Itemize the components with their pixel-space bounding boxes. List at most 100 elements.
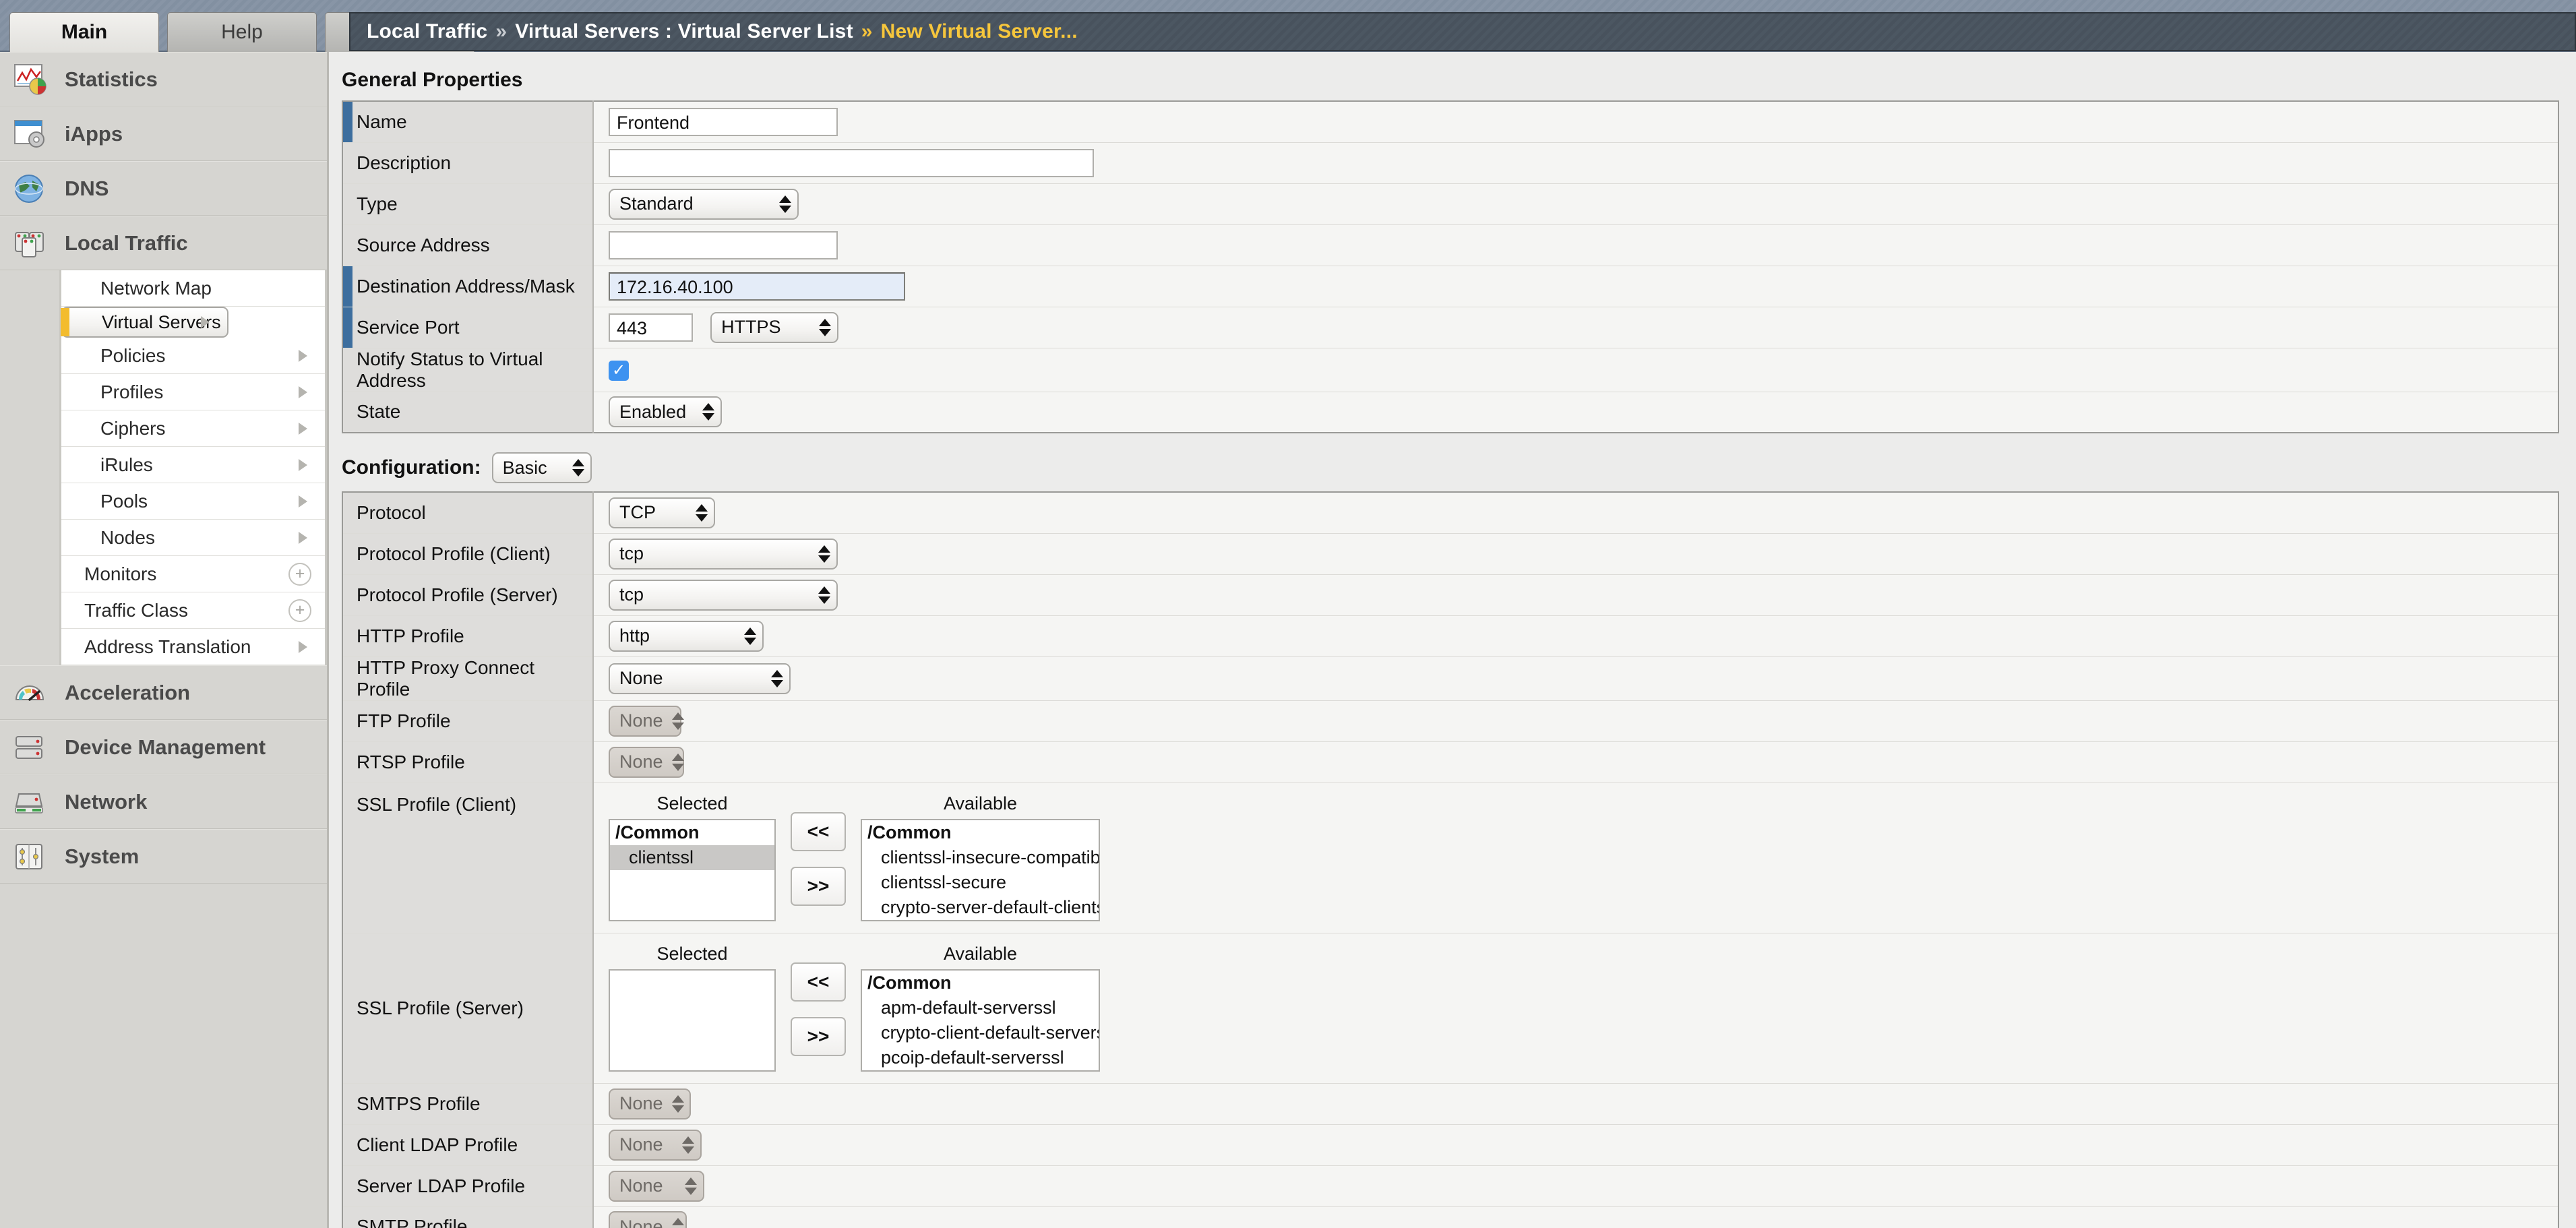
ssl-profile-server-available-listbox[interactable]: /Common apm-default-serverssl crypto-clien… xyxy=(861,969,1100,1072)
sidebar-item-label: Pools xyxy=(100,490,148,512)
type-select[interactable]: Standard xyxy=(609,188,799,220)
chevron-right-icon xyxy=(299,640,307,653)
sidebar-group-statistics[interactable]: Statistics xyxy=(0,52,327,106)
selected-header: Selected xyxy=(656,943,728,964)
ssl-profile-client-selected-column: Selected/Common clientssl xyxy=(609,793,776,921)
sidebar-group-network[interactable]: Network xyxy=(0,774,327,829)
sidebar-item-irules[interactable]: iRules xyxy=(61,447,325,483)
sidebar-group-acceleration[interactable]: Acceleration xyxy=(0,665,327,720)
ssl-profile-client-selected-listbox[interactable]: /Common clientssl xyxy=(609,818,776,921)
main-content: General Properties Name Frontend Descrip… xyxy=(331,52,2576,1228)
move-right-button[interactable]: >> xyxy=(791,1016,846,1056)
sidebar-group-dns[interactable]: DNS xyxy=(0,161,327,216)
value-ssl-profile-client: Selected/Common clientssl << >> Available/Co… xyxy=(593,782,2558,933)
table-row-name: Name Frontend xyxy=(342,101,2558,142)
sidebar-item-pools[interactable]: Pools xyxy=(61,483,325,520)
iapps-icon xyxy=(13,118,50,150)
sidebar-group-label: Device Management xyxy=(65,735,266,759)
value-client-ldap-profile: None xyxy=(593,1124,2558,1165)
chevron-updown-icon xyxy=(818,545,830,563)
service-port-protocol-value: HTTPS xyxy=(721,317,781,337)
ssl-profile-server-selected-listbox[interactable] xyxy=(609,969,776,1072)
list-item[interactable]: crypto-client-default-serverssl xyxy=(862,1020,1099,1045)
plus-circle-icon[interactable]: + xyxy=(288,562,311,586)
list-item[interactable]: serverssl xyxy=(862,1070,1099,1072)
sidebar-item-network-map[interactable]: Network Map xyxy=(61,270,325,307)
protocol-select[interactable]: TCP xyxy=(609,497,715,528)
notify-status-checkbox[interactable]: ✓ xyxy=(609,361,629,381)
breadcrumb-section[interactable]: Virtual Servers : Virtual Server List xyxy=(515,20,853,43)
sidebar-item-policies[interactable]: Policies xyxy=(61,338,325,374)
client-ldap-profile-value: None xyxy=(619,1134,663,1155)
breadcrumb-root[interactable]: Local Traffic xyxy=(367,20,487,43)
protocol-profile-client-select[interactable]: tcp xyxy=(609,538,838,570)
list-item[interactable]: apm-default-serverssl xyxy=(862,995,1099,1020)
sidebar-group-iapps[interactable]: iApps xyxy=(0,106,327,161)
label-smtps-profile: SMTPS Profile xyxy=(342,1083,594,1124)
list-item[interactable]: clientssl xyxy=(610,845,774,870)
table-row-ssl-profile-server: SSL Profile (Server) Selected << >> Availabl… xyxy=(342,933,2558,1083)
move-left-button[interactable]: << xyxy=(791,811,846,851)
list-item[interactable]: clientssl-insecure-compatible xyxy=(862,845,1099,870)
move-right-button[interactable]: >> xyxy=(791,866,846,906)
protocol-profile-server-value: tcp xyxy=(619,584,644,605)
chevron-updown-icon xyxy=(685,1177,697,1195)
tab-main[interactable]: Main xyxy=(9,12,159,52)
chevron-right-icon xyxy=(299,422,307,435)
list-item[interactable]: crypto-server-default-clientssl xyxy=(862,895,1099,920)
configuration-table: Protocol TCP Protocol Profile (Client) tcp P… xyxy=(342,491,2559,1228)
label-ftp-profile: FTP Profile xyxy=(342,700,594,741)
sidebar-item-profiles[interactable]: Profiles xyxy=(61,374,325,410)
sidebar-item-address-translation[interactable]: Address Translation xyxy=(61,629,325,665)
sidebar-item-nodes[interactable]: Nodes xyxy=(61,520,325,556)
table-row-smtps-profile: SMTPS Profile None xyxy=(342,1083,2558,1124)
list-item[interactable]: pcoip-default-serverssl xyxy=(862,1045,1099,1070)
description-input[interactable] xyxy=(609,148,1094,177)
table-row-server-ldap-profile: Server LDAP Profile None xyxy=(342,1165,2558,1206)
label-protocol: Protocol xyxy=(342,492,594,533)
acceleration-gauge-icon xyxy=(13,677,50,709)
sidebar-group-system[interactable]: System xyxy=(0,829,327,884)
table-row-smtp-profile: SMTP Profile None xyxy=(342,1206,2558,1228)
state-select[interactable]: Enabled xyxy=(609,396,722,428)
chevron-right-icon xyxy=(200,316,210,328)
value-smtps-profile: None xyxy=(593,1083,2558,1124)
sidebar-item-ciphers[interactable]: Ciphers xyxy=(61,410,325,447)
plus-circle-icon[interactable]: + xyxy=(288,598,311,622)
ssl-profile-client-available-listbox[interactable]: /Common clientssl-insecure-compatible clie… xyxy=(861,818,1100,921)
sidebar-item-label: Monitors xyxy=(84,563,157,584)
http-profile-select[interactable]: http xyxy=(609,620,764,652)
http-proxy-connect-profile-select[interactable]: None xyxy=(609,663,791,694)
configuration-mode-select[interactable]: Basic xyxy=(491,452,592,483)
move-left-button[interactable]: << xyxy=(791,962,846,1002)
list-item[interactable]: splitsession-default-clientssl xyxy=(862,920,1099,921)
table-row-client-ldap-profile: Client LDAP Profile None xyxy=(342,1124,2558,1165)
service-port-input[interactable]: 443 xyxy=(609,313,693,342)
value-ftp-profile: None xyxy=(593,700,2558,741)
chevron-updown-icon xyxy=(744,627,756,645)
label-service-port: Service Port xyxy=(342,307,594,348)
protocol-profile-server-select[interactable]: tcp xyxy=(609,579,838,611)
state-select-value: Enabled xyxy=(619,401,687,422)
list-item[interactable]: clientssl-secure xyxy=(862,870,1099,895)
sidebar-item-virtual-servers[interactable]: Virtual Servers xyxy=(61,307,228,338)
label-client-ldap-profile: Client LDAP Profile xyxy=(342,1124,594,1165)
value-service-port: 443 HTTPS xyxy=(593,307,2558,348)
sidebar-group-label: iApps xyxy=(65,121,123,146)
sidebar-group-label: DNS xyxy=(65,176,109,200)
sidebar-item-traffic-class[interactable]: Traffic Class + xyxy=(61,592,325,629)
sidebar-group-device-management[interactable]: Device Management xyxy=(0,720,327,774)
source-address-input[interactable] xyxy=(609,231,838,259)
destination-input[interactable]: 172.16.40.100 xyxy=(609,272,905,301)
general-properties-table: Name Frontend Description Type Standard … xyxy=(342,100,2559,433)
table-row-protocol-profile-client: Protocol Profile (Client) tcp xyxy=(342,533,2558,574)
http-profile-value: http xyxy=(619,625,650,646)
sidebar-item-monitors[interactable]: Monitors + xyxy=(61,556,325,592)
tab-help[interactable]: Help xyxy=(167,12,317,52)
sidebar-group-local-traffic[interactable]: Local Traffic xyxy=(0,216,327,270)
name-input[interactable]: Frontend xyxy=(609,107,838,136)
network-icon xyxy=(13,786,50,818)
service-port-protocol-select[interactable]: HTTPS xyxy=(710,311,839,343)
sidebar-item-label: Policies xyxy=(100,344,166,366)
value-type: Standard xyxy=(593,183,2558,224)
